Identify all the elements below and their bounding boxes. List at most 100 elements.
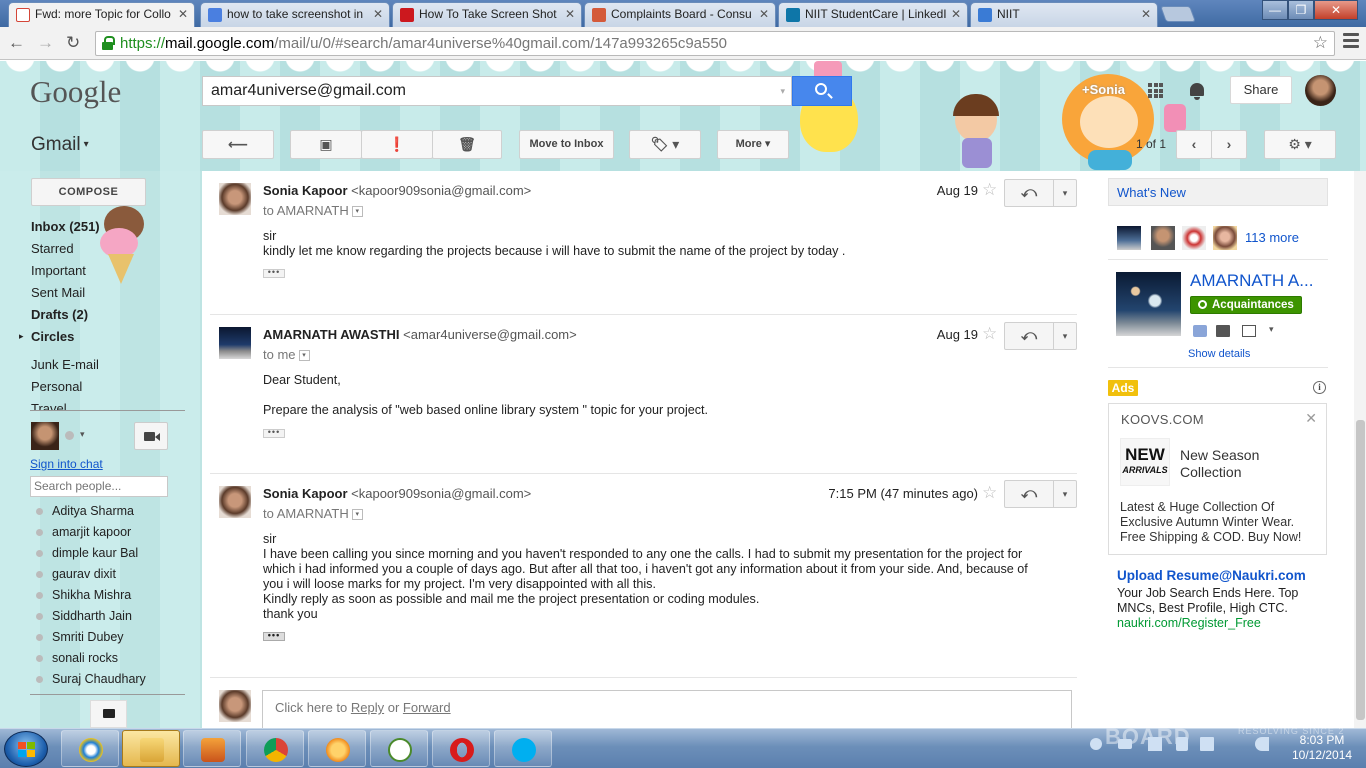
compose-button[interactable]: COMPOSE: [31, 178, 146, 206]
details-dropdown-icon[interactable]: ▾: [298, 350, 310, 362]
notifications-bell-icon[interactable]: [1188, 82, 1206, 100]
reply-button[interactable]: ⤺: [1004, 480, 1054, 508]
people-thumbnail[interactable]: [1117, 226, 1141, 250]
details-dropdown-icon[interactable]: ▾: [351, 206, 363, 218]
sidebar-item-important[interactable]: Important: [31, 263, 86, 278]
ad-title-link[interactable]: Upload Resume@Naukri.com: [1117, 568, 1306, 583]
details-dropdown-icon[interactable]: ▾: [351, 509, 363, 521]
close-tab-icon[interactable]: ✕: [178, 7, 188, 21]
delete-button[interactable]: 🗑: [432, 130, 502, 159]
network-icon[interactable]: [1148, 737, 1162, 751]
show-details-link[interactable]: Show details: [1188, 348, 1250, 360]
url-bar[interactable]: https://mail.google.com/mail/u/0/#search…: [95, 31, 1335, 56]
reply-button[interactable]: ⤺: [1004, 179, 1054, 207]
reply-link[interactable]: Reply: [351, 700, 384, 715]
quick-reply-box[interactable]: Click here to Reply or Forward: [262, 690, 1072, 728]
contact-item[interactable]: Smriti Dubey: [36, 630, 124, 644]
sidebar-item-personal[interactable]: Personal: [31, 379, 82, 394]
star-icon[interactable]: ☆: [982, 483, 997, 503]
reload-icon[interactable]: ↻: [66, 33, 80, 53]
battery-icon[interactable]: [1176, 737, 1188, 751]
contact-item[interactable]: Shikha Mishra: [36, 588, 131, 602]
ad-title[interactable]: New Season Collection: [1180, 447, 1310, 481]
more-people-link[interactable]: 113 more: [1245, 230, 1299, 245]
video-icon[interactable]: [1216, 325, 1230, 337]
star-icon[interactable]: ☆: [982, 324, 997, 344]
forward-arrow-icon[interactable]: →: [37, 33, 54, 53]
message-more-dropdown[interactable]: ▾: [1054, 480, 1077, 508]
taskbar-messenger[interactable]: [308, 730, 366, 767]
mail-icon[interactable]: [1242, 325, 1256, 337]
search-options-caret-icon[interactable]: ▾: [780, 86, 785, 97]
message-more-dropdown[interactable]: ▾: [1054, 179, 1077, 207]
flag-icon[interactable]: [1200, 737, 1214, 751]
sender-avatar[interactable]: [219, 327, 251, 359]
google-logo[interactable]: Google: [30, 74, 121, 110]
sidebar-item-sent-mail[interactable]: Sent Mail: [31, 285, 85, 300]
speech-bubble-icon[interactable]: [1118, 739, 1132, 749]
taskbar-media-player[interactable]: [183, 730, 241, 767]
close-tab-icon[interactable]: ✕: [373, 7, 383, 21]
apps-grid-icon[interactable]: [1148, 83, 1165, 100]
taskbar-google-talk[interactable]: [370, 730, 428, 767]
sidebar-item-starred[interactable]: Starred: [31, 241, 74, 256]
search-box[interactable]: ▾: [202, 76, 792, 106]
profile-name-link[interactable]: AMARNATH A...: [1190, 271, 1313, 291]
contact-item[interactable]: sonali rocks: [36, 651, 118, 665]
back-to-search-button[interactable]: ⟵: [202, 130, 274, 159]
ad-image[interactable]: NEW ARRIVALS: [1120, 438, 1170, 486]
maximize-button[interactable]: ❐: [1288, 0, 1314, 20]
ad-url[interactable]: naukri.com/Register_Free: [1117, 616, 1261, 630]
archive-button[interactable]: ▣: [290, 130, 362, 159]
show-trimmed-content-button[interactable]: •••: [263, 631, 285, 641]
taskbar-skype[interactable]: [494, 730, 552, 767]
sidebar-item-drafts[interactable]: Drafts (2): [31, 307, 88, 322]
move-to-inbox-button[interactable]: Move to Inbox: [519, 130, 614, 159]
search-input[interactable]: [211, 81, 771, 101]
browser-tab-5[interactable]: NIIT StudentCare | LinkedI ✕: [778, 2, 968, 27]
whats-new-tab[interactable]: What's New: [1108, 178, 1328, 206]
taskbar-chrome[interactable]: [246, 730, 304, 767]
sidebar-item-circles[interactable]: ▸ Circles: [19, 329, 74, 344]
newer-button[interactable]: ‹: [1176, 130, 1212, 159]
contact-item[interactable]: gaurav dixit: [36, 567, 116, 581]
video-call-button[interactable]: [134, 422, 168, 450]
sender-avatar[interactable]: [219, 486, 251, 518]
browser-tab-2[interactable]: how to take screenshot in ✕: [200, 2, 390, 27]
contact-item[interactable]: dimple kaur Bal: [36, 546, 138, 560]
sign-into-chat-link[interactable]: Sign into chat: [30, 457, 103, 471]
account-avatar[interactable]: [1305, 75, 1336, 106]
older-button[interactable]: ›: [1211, 130, 1247, 159]
profile-photo[interactable]: [1116, 272, 1181, 336]
taskbar-internet-explorer[interactable]: [61, 730, 119, 767]
google-plus-name-link[interactable]: +Sonia: [1082, 82, 1125, 97]
people-thumbnail[interactable]: [1182, 226, 1206, 250]
taskbar-opera[interactable]: [432, 730, 490, 767]
new-tab-button[interactable]: [1160, 6, 1196, 22]
more-actions-caret-icon[interactable]: ▾: [1269, 324, 1274, 335]
close-tab-icon[interactable]: ✕: [565, 7, 575, 21]
chat-bubble-icon[interactable]: [90, 700, 127, 728]
more-button[interactable]: More ▾: [717, 130, 789, 159]
people-thumbnail[interactable]: [1213, 226, 1237, 250]
labels-button[interactable]: 🏷 ▾: [629, 130, 701, 159]
expand-triangle-icon[interactable]: ▸: [19, 331, 24, 342]
search-people-box[interactable]: [30, 476, 168, 497]
status-caret-icon[interactable]: ▾: [80, 429, 85, 440]
show-trimmed-content-button[interactable]: •••: [263, 428, 285, 438]
info-icon[interactable]: i: [1313, 381, 1326, 394]
sidebar-item-inbox[interactable]: Inbox (251): [31, 219, 100, 234]
tray-icon[interactable]: [1090, 738, 1102, 750]
close-tab-icon[interactable]: ✕: [1141, 7, 1151, 21]
ad-card[interactable]: KOOVS.COM ✕ NEW ARRIVALS New Season Colle…: [1108, 403, 1327, 555]
start-button[interactable]: [4, 731, 48, 767]
sender-avatar[interactable]: [219, 183, 251, 215]
browser-tab-4[interactable]: Complaints Board - Consu ✕: [584, 2, 776, 27]
close-tab-icon[interactable]: ✕: [951, 7, 961, 21]
minimize-button[interactable]: —: [1262, 0, 1288, 20]
forward-link[interactable]: Forward: [403, 700, 451, 715]
star-icon[interactable]: ☆: [982, 180, 997, 200]
chat-avatar[interactable]: [31, 422, 59, 450]
share-button[interactable]: Share: [1230, 76, 1292, 104]
close-tab-icon[interactable]: ✕: [759, 7, 769, 21]
